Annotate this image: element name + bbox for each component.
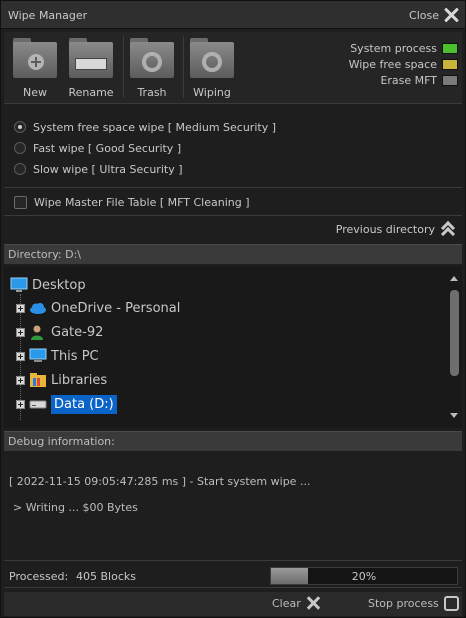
legend-swatch-green: [442, 42, 458, 54]
double-chevron-up-icon: [440, 220, 456, 242]
drive-icon: [29, 400, 47, 409]
close-icon: [443, 7, 459, 23]
expand-icon[interactable]: [16, 327, 25, 337]
mft-cleaning-checkbox[interactable]: Wipe Master File Table [ MFT Cleaning ]: [14, 193, 250, 211]
debug-line: [ 2022-11-15 09:05:47:285 ms ] - Start s…: [9, 475, 311, 488]
trash-folder-icon: [130, 38, 174, 78]
bottom-action-bar: Clear Stop process: [4, 592, 462, 616]
expand-icon[interactable]: [16, 303, 25, 313]
clear-button[interactable]: Clear: [272, 596, 320, 610]
legend-swatch-yellow: [442, 58, 458, 70]
toolbar-divider: [123, 36, 124, 98]
trash-button-label: Trash: [137, 86, 167, 99]
new-folder-icon: [13, 38, 57, 78]
scroll-down-arrow-icon[interactable]: [450, 413, 458, 418]
selected-item-label: Data (D:): [51, 394, 117, 414]
new-button[interactable]: New: [8, 36, 62, 102]
debug-line: > Writing ... $00 Bytes: [13, 501, 138, 514]
scrollbar-thumb[interactable]: [450, 290, 459, 376]
debug-header: Debug information:: [4, 431, 462, 451]
title-bar: Wipe Manager Close: [1, 1, 465, 29]
tree-scrollbar[interactable]: [448, 272, 460, 422]
clear-x-icon: [306, 596, 320, 610]
toolbar: New Rename Trash Wiping System process W…: [4, 32, 462, 104]
onedrive-cloud-icon: [30, 303, 46, 314]
status-legend: System process Wipe free space Erase MFT: [318, 40, 458, 88]
debug-log: [ 2022-11-15 09:05:47:285 ms ] - Start s…: [4, 451, 462, 561]
libraries-folder-icon: [30, 373, 46, 387]
radio-good-security[interactable]: Fast wipe [ Good Security ]: [14, 139, 181, 157]
scroll-up-arrow-icon[interactable]: [450, 276, 458, 281]
wipe-manager-window: Wipe Manager Close New Rename Trash Wipi…: [0, 0, 466, 618]
progress-text: 20%: [351, 570, 377, 583]
processed-status: Processed: 405 Blocks 20%: [4, 564, 462, 588]
folder-tree: Desktop OneDrive - Personal Gate-92 This…: [4, 266, 462, 428]
rename-button[interactable]: Rename: [64, 36, 118, 102]
wiping-button[interactable]: Wiping: [185, 36, 239, 102]
tree-item-gate-92[interactable]: Gate-92: [16, 321, 103, 343]
tree-item-onedrive[interactable]: OneDrive - Personal: [16, 297, 180, 319]
stop-icon: [443, 596, 459, 611]
computer-icon: [29, 348, 47, 362]
tree-item-data-drive[interactable]: Data (D:): [16, 393, 117, 415]
options-divider: [4, 215, 462, 216]
tree-item-this-pc[interactable]: This PC: [16, 345, 99, 367]
rename-button-label: Rename: [68, 86, 114, 99]
radio-indicator: [14, 121, 26, 133]
options-divider: [4, 187, 462, 188]
directory-path: Directory: D:\: [8, 248, 81, 261]
processed-label: Processed:: [9, 570, 69, 583]
close-label: Close: [409, 8, 439, 22]
new-button-label: New: [23, 86, 47, 99]
rename-folder-icon: [69, 38, 113, 78]
toolbar-divider: [183, 36, 184, 98]
legend-erase-mft: Erase MFT: [318, 72, 458, 88]
wiping-folder-icon: [190, 38, 234, 78]
progress-bar: 20%: [270, 567, 458, 585]
tree-item-desktop[interactable]: Desktop: [10, 274, 86, 296]
close-button[interactable]: Close: [409, 5, 459, 25]
expand-icon[interactable]: [16, 351, 25, 361]
expand-icon[interactable]: [16, 375, 25, 385]
legend-system-process: System process: [318, 40, 458, 56]
radio-indicator: [14, 142, 26, 154]
previous-directory-button[interactable]: Previous directory: [336, 220, 456, 242]
trash-button[interactable]: Trash: [125, 36, 179, 102]
directory-bar: Directory: D:\: [4, 244, 462, 264]
tree-item-libraries[interactable]: Libraries: [16, 369, 107, 391]
radio-ultra-security[interactable]: Slow wipe [ Ultra Security ]: [14, 160, 183, 178]
previous-directory-bar: Previous directory: [4, 217, 462, 242]
processed-value: 405 Blocks: [76, 570, 136, 583]
checkbox-box: [14, 195, 27, 209]
desktop-icon: [10, 277, 28, 292]
stop-process-button[interactable]: Stop process: [368, 596, 459, 611]
legend-wipe-free-space: Wipe free space: [318, 56, 458, 72]
radio-medium-security[interactable]: System free space wipe [ Medium Security…: [14, 118, 276, 136]
legend-swatch-gray: [442, 74, 458, 86]
expand-icon[interactable]: [16, 399, 25, 409]
wiping-button-label: Wiping: [193, 86, 231, 99]
window-title: Wipe Manager: [8, 9, 88, 22]
user-icon: [31, 325, 43, 340]
radio-indicator: [14, 163, 26, 175]
